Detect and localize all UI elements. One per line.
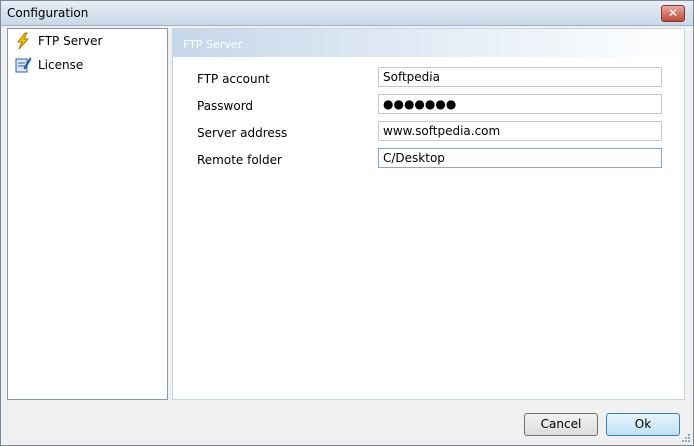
close-icon: ✕ <box>667 6 679 20</box>
panel-header: FTP Server <box>173 29 684 57</box>
resize-grip-icon[interactable] <box>681 433 691 443</box>
password-label: Password <box>197 99 254 113</box>
remote-folder-row: Remote folder <box>173 148 684 172</box>
ok-button[interactable]: Ok <box>606 413 680 436</box>
configuration-window: Configuration ✕ FTP Server License FTP S… <box>0 0 694 446</box>
remote-folder-label: Remote folder <box>197 153 282 167</box>
close-button[interactable]: ✕ <box>661 5 685 22</box>
settings-panel: FTP Server FTP account Password Server a… <box>172 28 685 400</box>
server-address-label: Server address <box>197 126 288 140</box>
password-input[interactable] <box>378 94 662 114</box>
sidebar-nav: FTP Server License <box>7 28 168 400</box>
cancel-button[interactable]: Cancel <box>524 413 598 436</box>
ftp-account-row: FTP account <box>173 67 684 91</box>
sidebar-item-ftp-server[interactable]: FTP Server <box>8 29 167 53</box>
ftp-account-input[interactable] <box>378 67 662 87</box>
password-row: Password <box>173 94 684 118</box>
ftp-account-label: FTP account <box>197 72 270 86</box>
lightning-icon <box>14 32 32 50</box>
title-bar[interactable]: Configuration ✕ <box>1 1 693 26</box>
server-address-row: Server address <box>173 121 684 145</box>
sidebar-item-label: License <box>38 58 84 72</box>
panel-title: FTP Server <box>183 38 243 51</box>
server-address-input[interactable] <box>378 121 662 141</box>
remote-folder-input[interactable] <box>378 148 662 168</box>
license-document-icon <box>14 56 32 74</box>
sidebar-item-label: FTP Server <box>38 34 103 48</box>
sidebar-item-license[interactable]: License <box>8 53 167 77</box>
window-title: Configuration <box>7 6 89 20</box>
